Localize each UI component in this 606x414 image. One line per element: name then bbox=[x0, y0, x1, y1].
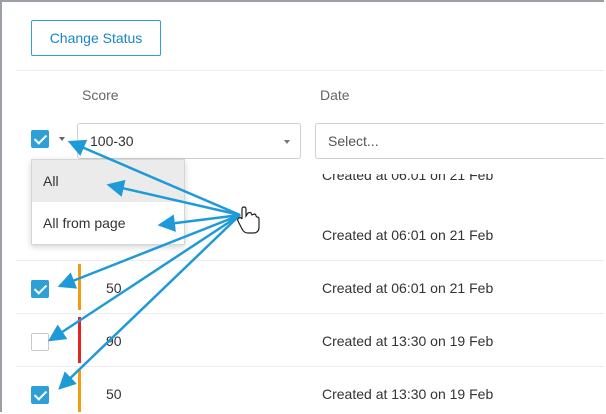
annotation-arrow bbox=[106, 179, 241, 217]
annotation-arrow bbox=[58, 214, 241, 390]
annotation-arrow bbox=[67, 139, 241, 217]
table-panel: Change Status Score Date 100-30 Select..… bbox=[0, 0, 604, 412]
annotation-overlay bbox=[47, 139, 260, 390]
hand-pointer-icon bbox=[237, 206, 260, 234]
